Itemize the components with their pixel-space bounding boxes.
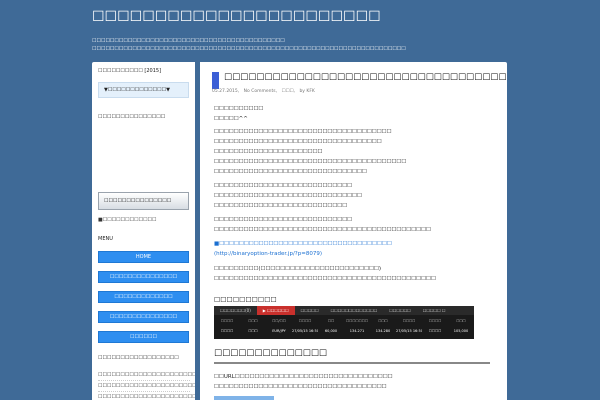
related-article-url[interactable]: (http://binaryoption-trader.jp/?p=8079)	[214, 251, 322, 257]
post-text-line: ☐☐☐☐☐^^	[214, 116, 248, 122]
trade-cell: ☐☐☐☐	[428, 329, 442, 333]
trade-data-row: ☐☐☐☐ ☐☐☐ EUR/JPY 27/05/15 16:50 60,000 1…	[214, 327, 474, 335]
recent-posts-title: ☐☐☐☐☐☐☐☐☐☐☐☐☐☐☐☐☐☐	[98, 355, 179, 361]
trade-header-cell: ☐☐☐	[378, 319, 388, 323]
post-title-marker	[212, 72, 219, 89]
post-text-line: ☐☐☐☐☐☐☐☐☐☐☐☐☐☐☐☐☐☐☐☐☐☐☐☐☐☐☐☐☐☐	[214, 193, 362, 199]
trade-cell: 134.271	[349, 329, 365, 333]
post-date: 05.27.2015,	[212, 89, 240, 94]
menu-title: MENU	[98, 236, 113, 242]
trade-header-cell: ☐☐☐	[248, 319, 258, 323]
post-author[interactable]: by KFK	[299, 89, 314, 94]
recent-post-link[interactable]: ☐☐☐☐☐☐☐☐☐☐☐☐☐☐☐☐☐☐☐☐☐☐☐☐☐☐☐☐☐☐☐☐☐	[98, 372, 195, 381]
menu-item-3[interactable]: ☐☐☐☐☐☐☐☐☐☐☐☐☐	[98, 291, 189, 303]
trade-header-cell: ☐☐☐☐	[220, 319, 234, 323]
trade-header-cell: ☐☐	[327, 319, 335, 323]
post-meta: 05.27.2015, No Comments, ☐☐☐, by KFK	[212, 89, 318, 94]
post-text-line: ☐☐☐☐☐☐☐☐☐☐☐☐☐☐☐☐☐☐☐☐☐☐☐☐☐☐☐☐☐☐☐☐☐☐☐☐☐☐☐☐…	[214, 276, 436, 282]
site-tagline: ☐☐☐☐☐☐☐☐☐☐☐☐☐☐☐☐☐☐☐☐☐☐☐☐☐☐☐☐☐☐☐☐☐☐☐☐☐☐☐☐…	[92, 37, 406, 53]
site-title[interactable]: ☐☐☐☐☐☐☐☐☐☐☐☐☐☐☐☐☐☐☐☐☐☐☐	[92, 8, 381, 26]
banner-section-title: ☐☐☐☐☐☐☐☐☐☐☐☐☐☐☐	[98, 114, 166, 120]
trade-cell: 27/05/15 16:50	[396, 329, 422, 333]
post-text-line: ☐☐☐☐☐☐☐☐☐☐☐☐☐☐☐☐☐☐☐☐☐☐☐☐☐☐☐☐☐☐☐☐☐☐☐☐☐☐☐☐…	[214, 227, 431, 233]
archive-dropdown[interactable]: ▼☐☐☐☐☐☐☐☐☐☐☐☐☐▼	[98, 82, 189, 98]
archive-section-title: ☐☐☐☐☐☐☐☐☐☐ [2015]	[98, 68, 162, 74]
post-text-line: ☐☐☐☐☐☐☐☐☐☐☐☐☐☐☐☐☐☐☐☐☐☐☐☐☐☐☐☐☐☐☐☐☐☐☐☐☐☐☐	[214, 159, 407, 165]
trade-cell: 60,000	[324, 329, 338, 333]
banner-caption[interactable]: ■☐☐☐☐☐☐☐☐☐☐☐☐	[98, 217, 157, 223]
trade-cell: 105,000	[453, 329, 469, 333]
post-text-line: ☐☐☐☐☐☐☐☐☐☐☐☐☐☐☐☐☐☐☐☐☐☐☐☐☐☐☐☐☐☐☐☐☐☐☐☐	[214, 129, 392, 135]
post-text-line: ☐☐☐☐☐☐☐☐☐☐☐☐☐☐☐☐☐☐☐☐☐☐☐☐☐☐☐☐☐☐☐☐☐☐	[214, 139, 382, 145]
post-text-line: ☐☐☐☐☐☐☐☐☐☐☐☐☐☐☐☐☐☐☐☐☐☐☐☐☐☐☐☐	[214, 183, 353, 189]
main-content: ☐☐☐☐☐☐☐☐☐☐☐☐☐☐☐☐☐☐☐☐☐☐☐☐☐☐☐☐☐☐☐☐☐☐☐☐☐☐ 0…	[200, 62, 507, 400]
post-text-line: ☐☐☐☐☐☐☐☐☐☐	[214, 106, 264, 112]
related-article-link[interactable]: ■☐☐☐☐☐☐☐☐☐☐☐☐☐☐☐☐☐☐☐☐☐☐☐☐☐☐☐☐☐☐☐☐☐☐☐	[214, 241, 392, 247]
trade-cell: 27/05/15 16:50	[292, 329, 318, 333]
trade-header-row: ☐☐☐☐ ☐☐☐ ☐☐/☐☐ ☐☐☐☐ ☐☐ ☐☐☐☐☐☐☐ ☐☐☐ ☐☐☐☐ …	[214, 317, 474, 325]
trade-tab: ☐☐☐☐☐☐☐☐☐☐☐☐☐	[330, 308, 378, 313]
trade-tab: ☐☐☐☐☐ ☐	[422, 308, 446, 313]
trade-header-cell: ☐☐☐☐	[298, 319, 312, 323]
menu-item-5[interactable]: ☐☐☐☐☐☐	[98, 331, 189, 343]
post-category-link[interactable]: ☐☐☐,	[281, 89, 295, 94]
trade-header-cell: ☐☐☐☐☐☐☐	[346, 319, 368, 323]
trade-cell: 134.280	[375, 329, 391, 333]
trade-header-cell: ☐☐☐☐	[428, 319, 442, 323]
trade-result-heading: ☐☐☐☐☐☐☐☐☐☐	[214, 296, 277, 304]
trade-tab: ☐☐☐☐☐	[300, 308, 319, 313]
trade-history-screenshot: ☐☐☐☐☐☐☐(0) ▶ ☐☐☐☐☐☐ ☐☐☐☐☐ ☐☐☐☐☐☐☐☐☐☐☐☐☐ …	[214, 306, 474, 339]
trade-cell: ☐☐☐	[248, 329, 258, 333]
trade-cell: EUR/JPY	[272, 329, 286, 333]
menu-item-4[interactable]: ☐☐☐☐☐☐☐☐☐☐☐☐☐☐☐	[98, 311, 189, 323]
section-heading: ☐☐☐☐☐☐☐☐☐☐☐☐☐☐	[214, 349, 490, 364]
highlight-bar	[214, 396, 274, 400]
recent-posts-list: ☐☐☐☐☐☐☐☐☐☐☐☐☐☐☐☐☐☐☐☐☐☐ ☐☐☐☐☐☐☐☐☐☐☐ ☐☐☐☐☐☐…	[98, 372, 195, 400]
trade-header-cell: ☐☐/☐☐	[272, 319, 286, 323]
post-title[interactable]: ☐☐☐☐☐☐☐☐☐☐☐☐☐☐☐☐☐☐☐☐☐☐☐☐☐☐☐☐☐☐☐☐☐☐☐☐☐☐	[224, 73, 507, 83]
post-text-line: ☐☐☐☐☐☐☐☐☐(☐☐☐☐☐☐☐☐☐☐☐☐☐☐☐☐☐☐☐☐☐☐☐☐)	[214, 266, 382, 272]
menu-item-2[interactable]: ☐☐☐☐☐☐☐☐☐☐☐☐☐☐☐	[98, 271, 189, 283]
post-text-line: ☐☐☐☐☐☐☐☐☐☐☐☐☐☐☐☐☐☐☐☐☐☐☐☐☐☐☐	[214, 203, 348, 209]
binary-option-banner[interactable]: ☐☐☐☐☐☐☐☐☐☐☐☐☐☐☐	[98, 192, 189, 210]
trade-tabs: ☐☐☐☐☐☐☐(0) ▶ ☐☐☐☐☐☐ ☐☐☐☐☐ ☐☐☐☐☐☐☐☐☐☐☐☐☐ …	[214, 306, 474, 315]
trade-cell: ☐☐☐☐	[220, 329, 234, 333]
post-comments-link[interactable]: No Comments,	[244, 89, 277, 94]
trade-tab-active: ▶ ☐☐☐☐☐☐	[256, 306, 295, 315]
post-text-line: ☐☐☐☐☐☐☐☐☐☐☐☐☐☐☐☐☐☐☐☐☐☐☐☐☐☐☐☐	[214, 217, 353, 223]
tagline-line-1: ☐☐☐☐☐☐☐☐☐☐☐☐☐☐☐☐☐☐☐☐☐☐☐☐☐☐☐☐☐☐☐☐☐☐☐☐☐☐☐☐…	[92, 38, 285, 44]
post-text-line: ☐☐URL☐☐☐☐☐☐☐☐☐☐☐☐☐☐☐☐☐☐☐☐☐☐☐☐☐☐☐☐☐☐☐☐	[214, 374, 393, 380]
trade-tab: ☐☐☐☐☐☐☐(0)	[220, 308, 251, 313]
trade-header-cell: ☐☐☐	[456, 319, 466, 323]
recent-post-link[interactable]: ☐☐☐☐☐☐☐☐☐☐☐☐☐☐☐☐☐☐☐☐☐☐☐☐☐☐☐☐☐☐☐☐☐	[98, 383, 195, 392]
post-text-line: ☐☐☐☐☐☐☐☐☐☐☐☐☐☐☐☐☐☐☐☐☐☐☐☐☐☐☐☐☐☐☐☐☐☐☐	[214, 384, 387, 390]
recent-post-link[interactable]: ☐☐☐☐☐☐☐☐☐☐☐☐☐☐☐☐☐☐☐☐☐☐☐☐☐☐☐☐☐☐☐	[98, 394, 195, 400]
tagline-line-2: ☐☐☐☐☐☐☐☐☐☐☐☐☐☐☐☐☐☐☐☐☐☐☐☐☐☐☐☐☐☐☐☐☐☐☐☐☐☐☐☐…	[92, 46, 406, 52]
post-text-line: ☐☐☐☐☐☐☐☐☐☐☐☐☐☐☐☐☐☐☐☐☐☐☐☐☐☐☐☐☐☐☐	[214, 169, 367, 175]
post-text-line: ☐☐☐☐☐☐☐☐☐☐☐☐☐☐☐☐☐☐☐☐☐☐	[214, 149, 323, 155]
trade-tab: ☐☐☐☐☐☐	[389, 308, 411, 313]
menu-item-home[interactable]: HOME	[98, 251, 189, 263]
sidebar: ☐☐☐☐☐☐☐☐☐☐ [2015] ▼☐☐☐☐☐☐☐☐☐☐☐☐☐▼ ☐☐☐☐☐☐…	[92, 62, 195, 400]
trade-header-cell: ☐☐☐☐	[402, 319, 416, 323]
